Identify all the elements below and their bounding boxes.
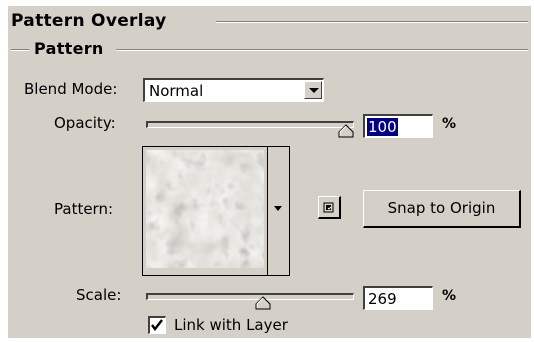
new-preset-icon: [323, 202, 334, 213]
pattern-picker-divider: [267, 147, 268, 275]
link-with-layer-checkbox[interactable]: [148, 316, 166, 334]
scale-slider-thumb-icon[interactable]: [255, 296, 271, 310]
pattern-swatch-image: [146, 150, 264, 268]
blend-mode-select[interactable]: Normal: [143, 78, 324, 102]
opacity-slider-thumb-icon[interactable]: [338, 124, 354, 138]
group-title: Pattern: [34, 39, 104, 58]
scale-label: Scale:: [76, 286, 122, 304]
opacity-input[interactable]: 100: [363, 114, 433, 138]
opacity-value: 100: [367, 118, 398, 136]
pattern-picker[interactable]: [142, 146, 290, 276]
scale-slider-track[interactable]: [146, 293, 354, 300]
section-title: Pattern Overlay: [11, 11, 167, 31]
section-title-rule: [216, 21, 528, 23]
opacity-slider-track[interactable]: [146, 121, 354, 128]
new-preset-button[interactable]: [318, 196, 341, 219]
dropdown-arrow-icon: [309, 88, 319, 93]
scale-input[interactable]: 269: [363, 286, 433, 310]
opacity-unit: %: [442, 116, 457, 132]
checkmark-icon: [151, 319, 163, 331]
group-rule-right: [116, 49, 528, 51]
scale-unit: %: [442, 288, 457, 304]
blend-mode-label: Blend Mode:: [24, 80, 118, 98]
blend-mode-dropdown-button[interactable]: [304, 81, 322, 99]
pattern-label: Pattern:: [54, 200, 114, 218]
group-rule-left: [11, 49, 29, 51]
blend-mode-value: Normal: [149, 82, 204, 100]
pattern-overlay-panel: Pattern Overlay Pattern Blend Mode: Norm…: [8, 6, 531, 338]
scale-value: 269: [368, 290, 397, 308]
snap-to-origin-button[interactable]: Snap to Origin: [363, 190, 521, 228]
opacity-label: Opacity:: [54, 114, 116, 132]
link-with-layer-label[interactable]: Link with Layer: [174, 316, 288, 334]
pattern-menu-arrow-icon[interactable]: [274, 206, 282, 211]
